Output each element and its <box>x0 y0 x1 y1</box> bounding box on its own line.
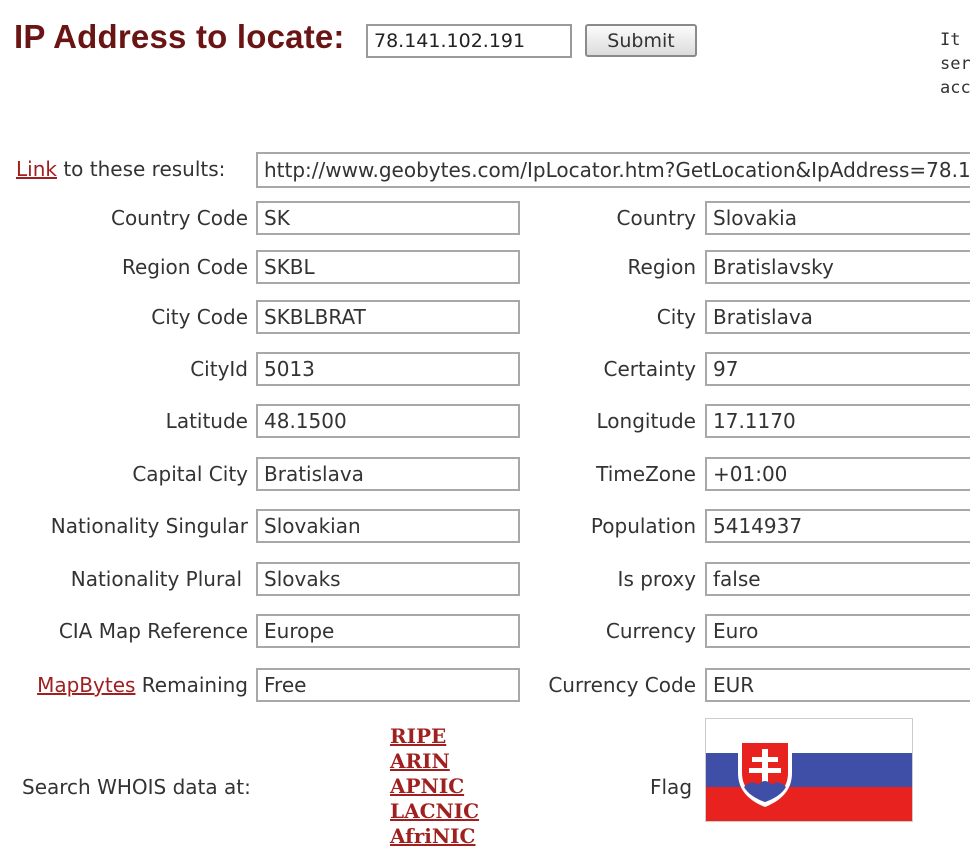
country-code-label: Country Code <box>110 206 248 230</box>
city-code-field[interactable]: SKBLBRAT <box>256 300 520 334</box>
city-id-field[interactable]: 5013 <box>256 352 520 386</box>
slovakia-flag-image <box>705 718 913 822</box>
certainty-field[interactable]: 97 <box>705 352 970 386</box>
whois-link-lacnic[interactable]: LACNIC <box>390 799 479 823</box>
cia-map-reference-field[interactable]: Europe <box>256 614 520 648</box>
results-link[interactable]: Link <box>16 157 57 181</box>
certainty-label: Certainty <box>603 357 697 381</box>
whois-label: Search WHOIS data at: <box>22 775 251 799</box>
whois-link-afrinic[interactable]: AfriNIC <box>390 824 475 848</box>
is-proxy-field[interactable]: false <box>705 562 970 596</box>
currency-field[interactable]: Euro <box>705 614 970 648</box>
side-text-line: acc <box>940 78 970 98</box>
country-code-field[interactable]: SK <box>256 201 520 235</box>
results-url-field[interactable]: http://www.geobytes.com/IpLocator.htm?Ge… <box>256 152 970 188</box>
side-text-line: It i <box>940 30 970 50</box>
latitude-label: Latitude <box>165 409 248 433</box>
country-label: Country <box>616 206 696 230</box>
region-label: Region <box>627 255 696 279</box>
cia-map-reference-label: CIA Map Reference <box>58 619 248 643</box>
city-label: City <box>656 305 696 329</box>
whois-registry-list: RIPE ARIN APNIC LACNIC AfriNIC <box>390 724 479 849</box>
list-item: ARIN <box>390 749 479 774</box>
region-code-field[interactable]: SKBL <box>256 250 520 284</box>
list-item: LACNIC <box>390 799 479 824</box>
whois-link-apnic[interactable]: APNIC <box>390 774 464 798</box>
mapbytes-label-text: Remaining <box>135 673 248 697</box>
currency-code-field[interactable]: EUR <box>705 668 970 702</box>
side-text-line: ser <box>940 54 970 74</box>
results-link-label-text: to these results: <box>56 157 226 181</box>
nationality-plural-label: Nationality Plural <box>70 567 242 591</box>
longitude-field[interactable]: 17.1170 <box>705 404 970 438</box>
mapbytes-remaining-label: MapBytes Remaining <box>0 668 248 702</box>
latitude-field[interactable]: 48.1500 <box>256 404 520 438</box>
results-link-label: Link to these results: <box>16 152 225 186</box>
country-field[interactable]: Slovakia <box>705 201 970 235</box>
currency-code-label: Currency Code <box>548 673 696 697</box>
list-item: RIPE <box>390 724 479 749</box>
currency-label: Currency <box>605 619 696 643</box>
region-field[interactable]: Bratislavsky <box>705 250 970 284</box>
page-title: IP Address to locate: <box>14 18 345 55</box>
nationality-singular-label: Nationality Singular <box>50 514 248 538</box>
timezone-field[interactable]: +01:00 <box>705 457 970 491</box>
capital-city-label: Capital City <box>132 462 248 486</box>
longitude-label: Longitude <box>596 409 696 433</box>
side-info-text: It i ser acc <box>940 28 970 100</box>
list-item: APNIC <box>390 774 479 799</box>
list-item: AfriNIC <box>390 824 479 849</box>
timezone-label: TimeZone <box>596 462 696 486</box>
whois-link-ripe[interactable]: RIPE <box>390 724 446 748</box>
whois-link-arin[interactable]: ARIN <box>390 749 450 773</box>
nationality-singular-field[interactable]: Slovakian <box>256 509 520 543</box>
region-code-label: Region Code <box>121 255 248 279</box>
ip-address-input[interactable] <box>366 24 572 58</box>
city-code-label: City Code <box>151 305 248 329</box>
mapbytes-link[interactable]: MapBytes <box>37 673 135 697</box>
flag-label: Flag <box>650 775 693 799</box>
submit-button[interactable]: Submit <box>585 24 697 57</box>
is-proxy-label: Is proxy <box>617 567 696 591</box>
city-field[interactable]: Bratislava <box>705 300 970 334</box>
mapbytes-remaining-field[interactable]: Free <box>256 668 520 702</box>
population-field[interactable]: 5414937 <box>705 509 970 543</box>
population-label: Population <box>590 514 696 538</box>
city-id-label: CityId <box>190 357 248 381</box>
capital-city-field[interactable]: Bratislava <box>256 457 520 491</box>
nationality-plural-field[interactable]: Slovaks <box>256 562 520 596</box>
coat-of-arms-icon <box>738 739 792 807</box>
